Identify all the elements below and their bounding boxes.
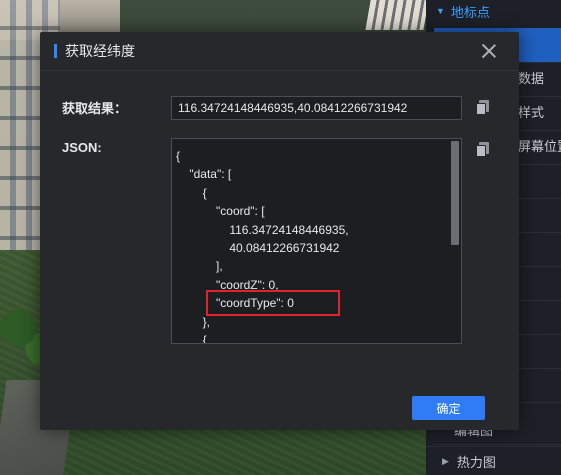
title-accent-bar — [54, 44, 57, 58]
json-scrollbar[interactable] — [449, 139, 461, 343]
dialog-header: 获取经纬度 — [40, 32, 519, 71]
section-header-landmark[interactable]: ▼ 地标点 — [426, 0, 561, 22]
json-line: "data": [ — [176, 167, 232, 182]
highlight-annotation — [206, 290, 340, 316]
result-field[interactable] — [171, 96, 462, 120]
caret-right-icon: ▶ — [442, 455, 449, 466]
section-title: 地标点 — [450, 4, 490, 20]
confirm-button[interactable]: 确定 — [412, 396, 485, 420]
caret-down-icon: ▼ — [436, 6, 445, 16]
close-icon[interactable] — [481, 43, 497, 59]
json-line: { — [176, 332, 207, 344]
json-label: JSON: — [62, 140, 102, 155]
side-item-heatmap[interactable]: ▶ 热力图 — [426, 446, 561, 475]
building-tower — [365, 0, 429, 30]
json-line: "coord": [ — [176, 204, 265, 219]
json-line: 116.34724148446935, — [176, 222, 349, 237]
result-label: 获取结果： — [62, 101, 128, 116]
json-line: 40.08412266731942 — [176, 240, 340, 255]
heatmap-label: 热力图 — [456, 454, 496, 470]
json-line: { — [176, 185, 207, 200]
copy-icon[interactable] — [476, 100, 489, 115]
get-coordinates-dialog: 获取经纬度 获取结果： JSON: { "data": [ { "coord":… — [40, 32, 519, 430]
json-line: ], — [176, 259, 223, 274]
copy-json-icon[interactable] — [476, 142, 489, 157]
json-line: { — [176, 149, 181, 163]
json-scroll-thumb[interactable] — [451, 141, 459, 245]
dialog-title: 获取经纬度 — [65, 43, 135, 59]
